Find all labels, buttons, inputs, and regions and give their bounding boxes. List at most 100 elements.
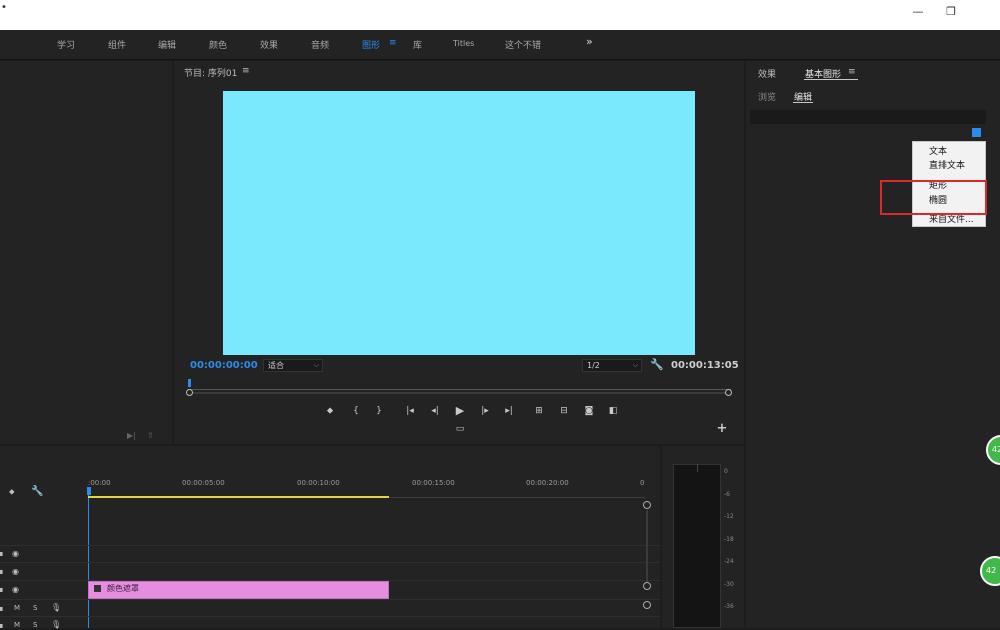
subtab-underline (793, 102, 813, 103)
duration-timecode: 00:00:13:05 (671, 360, 739, 371)
track-target-icon[interactable]: ▪ (0, 549, 3, 558)
timeline-playhead-handle[interactable] (87, 487, 91, 495)
zoom-scrollbar[interactable] (186, 389, 732, 397)
resolution-dropdown-label: 1/2 (587, 361, 600, 370)
workspace-tab-graphics[interactable]: 图形 (362, 38, 380, 51)
titlebar-dot: • (1, 2, 7, 13)
eye-icon[interactable]: ◉ (12, 567, 19, 576)
workspace-tab-editing[interactable]: 编辑 (158, 38, 176, 51)
timeline-clip[interactable]: 颜色遮罩 (88, 581, 389, 599)
floating-badge-label: 42 (992, 445, 1000, 454)
go-to-out-button[interactable]: ▸| (502, 404, 516, 418)
workspace-tab-learn[interactable]: 学习 (57, 38, 75, 51)
new-layer-icon[interactable] (972, 128, 981, 137)
workspace-tab-color[interactable]: 颜色 (209, 38, 227, 51)
eg-menu-icon[interactable]: ≡ (848, 67, 856, 77)
program-menu-icon[interactable]: ≡ (242, 66, 250, 76)
camera-icon[interactable]: ◙ (582, 404, 596, 418)
fit-dropdown[interactable]: 适合 ⌵ (263, 359, 323, 372)
solo-button[interactable]: S (33, 604, 37, 612)
fit-dropdown-label: 适合 (268, 361, 284, 370)
vertical-scrollbar-handle[interactable] (643, 501, 651, 509)
resolution-dropdown[interactable]: 1/2 ⌵ (582, 359, 642, 372)
export-frame-icon[interactable]: ▶| (127, 431, 136, 440)
source-panel: ▶| ⇪ (0, 61, 172, 444)
scrollbar-handle-left[interactable] (186, 389, 193, 396)
extract-button[interactable]: ⊟ (557, 404, 571, 418)
marker-icon[interactable]: ⬥ (9, 487, 15, 497)
workspace-bar: 学习 组件 编辑 颜色 效果 音频 图形 ≡ 库 Titles 这个不错 » (0, 30, 1000, 60)
track-divider (0, 616, 660, 617)
meter-scale-label: -18 (724, 536, 734, 543)
vertical-scrollbar-handle[interactable] (643, 601, 651, 609)
chevron-down-icon: ⌵ (632, 361, 638, 369)
menu-item-vertical-text[interactable]: 直排文本 (929, 158, 965, 171)
play-button[interactable]: ▶ (453, 404, 467, 418)
timeline-panel: ⬥ 🔧 :00:00 00:00:05:00 00:00:10:00 00:00… (0, 446, 660, 630)
ruler-label: 00:00:15:00 (412, 479, 455, 487)
wrench-icon[interactable]: 🔧 (650, 358, 664, 371)
restore-button[interactable]: ❐ (937, 3, 965, 21)
microphone-icon[interactable]: 🎙 (51, 603, 61, 612)
safe-margins-button[interactable]: ▭ (453, 422, 467, 436)
add-marker-button[interactable]: ⬥ (323, 404, 337, 418)
mute-button[interactable]: M (14, 604, 20, 612)
meter-bars (673, 464, 721, 628)
layer-list[interactable] (750, 110, 986, 124)
workspace-overflow-icon[interactable]: » (586, 35, 593, 48)
playhead-marker[interactable] (188, 379, 191, 387)
program-monitor: 节目: 序列01 ≡ 00:00:00:00 适合 ⌵ 1/2 ⌵ 🔧 00:00:… (174, 61, 744, 444)
minimize-button[interactable]: — (904, 3, 932, 21)
meter-scale-label: 0 (724, 468, 728, 475)
ruler-label: 00:00:05:00 (182, 479, 225, 487)
step-forward-button[interactable]: |▸ (478, 404, 492, 418)
scrollbar-handle-right[interactable] (725, 389, 732, 396)
work-area-bar[interactable] (88, 496, 389, 498)
annotation-highlight-box (880, 180, 987, 215)
lift-button[interactable]: ⊞ (532, 404, 546, 418)
wrench-icon[interactable]: 🔧 (31, 486, 43, 497)
window-titlebar: • — ❐ (0, 0, 1000, 30)
meter-scale-label: -24 (724, 558, 734, 565)
vertical-scrollbar-handle[interactable] (643, 582, 651, 590)
menu-item-text[interactable]: 文本 (929, 144, 947, 157)
workspace-tab-effects[interactable]: 效果 (260, 38, 278, 51)
mark-in-button[interactable]: { (349, 404, 363, 418)
audio-meter: 0 -6 -12 -18 -24 -30 -36 (662, 446, 744, 628)
add-button[interactable]: + (715, 422, 729, 436)
workspace-tab-titles[interactable]: Titles (453, 39, 474, 48)
track-target-icon[interactable]: ▪ (0, 567, 3, 576)
eye-icon[interactable]: ◉ (12, 585, 19, 594)
workspace-tab-audio[interactable]: 音频 (311, 38, 329, 51)
ruler-label: 0 (640, 479, 645, 487)
step-back-button[interactable]: ◂| (428, 404, 442, 418)
share-icon[interactable]: ⇪ (147, 431, 154, 440)
compare-view-button[interactable]: ◧ (606, 404, 620, 418)
ruler-label: 00:00:20:00 (526, 479, 569, 487)
workspace-menu-icon[interactable]: ≡ (389, 38, 397, 48)
program-preview[interactable] (223, 91, 695, 355)
vertical-scrollbar-track[interactable] (646, 510, 648, 582)
floating-badge-label: 42 (986, 566, 997, 575)
workspace-tab-custom[interactable]: 这个不错 (505, 38, 541, 51)
tab-effects[interactable]: 效果 (758, 67, 776, 80)
clip-fx-icon (94, 585, 101, 592)
program-title[interactable]: 节目: 序列01 (184, 66, 237, 79)
mark-out-button[interactable]: } (372, 404, 386, 418)
meter-scale-label: -12 (724, 513, 734, 520)
playhead-timecode[interactable]: 00:00:00:00 (190, 360, 258, 371)
tab-underline (804, 79, 858, 80)
chevron-down-icon: ⌵ (313, 361, 319, 369)
track-target-icon[interactable]: ▪ (0, 604, 3, 613)
eye-icon[interactable]: ◉ (12, 549, 19, 558)
subtab-browse[interactable]: 浏览 (758, 90, 776, 103)
track-target-icon[interactable]: ▪ (0, 621, 3, 630)
meter-scale-label: -36 (724, 603, 734, 610)
go-to-in-button[interactable]: |◂ (403, 404, 417, 418)
ruler-label: 00:00:10:00 (297, 479, 340, 487)
workspace-tab-assembly[interactable]: 组件 (108, 38, 126, 51)
workspace-tab-libraries[interactable]: 库 (413, 38, 422, 51)
track-target-icon[interactable]: ▪ (0, 585, 3, 594)
track-divider (0, 545, 660, 546)
scrollbar-track (193, 392, 725, 394)
